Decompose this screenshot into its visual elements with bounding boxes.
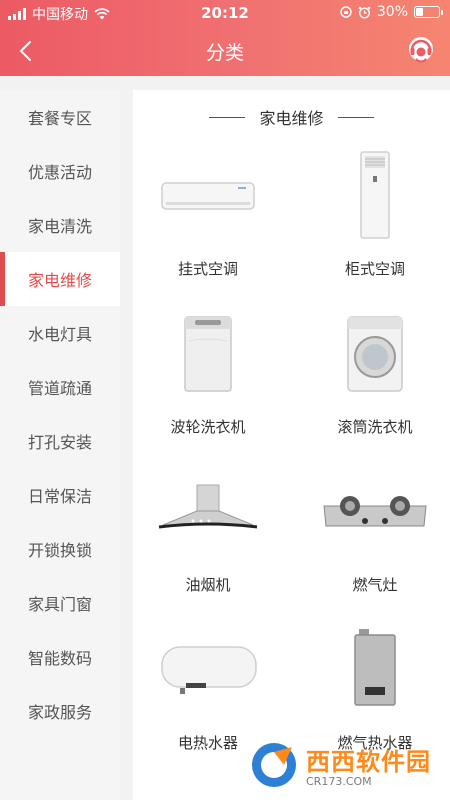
status-bar: 中国移动 20:12 30% <box>0 0 450 26</box>
product-label: 柜式空调 <box>344 260 405 278</box>
watermark-title: 西西软件园 <box>306 748 431 776</box>
section-title: 家电维修 <box>259 109 324 128</box>
watermark: 西西软件园 CR173.COM <box>248 738 444 792</box>
product-panel: 家电维修 挂式空调 柜式空调 波轮洗衣机 滚筒洗衣机 油烟机 燃气灶 电热水器 … <box>133 90 450 800</box>
customer-service-button[interactable] <box>406 35 436 65</box>
page-title: 分类 <box>205 42 244 64</box>
sidebar-item-promotions[interactable]: 优惠活动 <box>0 144 120 198</box>
front-load-washer-icon <box>320 298 430 408</box>
gas-stove-icon <box>320 456 430 566</box>
alarm-icon <box>358 6 371 19</box>
range-hood-icon <box>153 456 263 566</box>
battery-icon <box>414 6 443 18</box>
product-label: 油烟机 <box>185 576 231 594</box>
wall-air-conditioner-icon <box>153 140 263 250</box>
product-top-load-washer[interactable]: 波轮洗衣机 <box>133 298 283 448</box>
divider-right <box>337 116 374 118</box>
status-right: 30% <box>340 4 443 20</box>
product-label: 滚筒洗衣机 <box>337 418 413 436</box>
sidebar-item-drilling-install[interactable]: 打孔安装 <box>0 414 120 468</box>
sidebar-item-appliance-repair[interactable]: 家电维修 <box>0 252 120 306</box>
product-gas-stove[interactable]: 燃气灶 <box>300 456 450 606</box>
sidebar-item-housekeeping[interactable]: 家政服务 <box>0 684 120 738</box>
electric-water-heater-icon <box>153 614 263 724</box>
sidebar-item-daily-cleaning[interactable]: 日常保洁 <box>0 468 120 522</box>
nav-bar: 分类 <box>0 26 450 76</box>
product-range-hood[interactable]: 油烟机 <box>133 456 283 606</box>
rotation-lock-icon <box>340 6 352 18</box>
sidebar-item-appliance-cleaning[interactable]: 家电清洗 <box>0 198 120 252</box>
product-label: 燃气灶 <box>352 576 398 594</box>
gas-water-heater-icon <box>320 614 430 724</box>
watermark-logo-icon <box>252 743 296 787</box>
floor-air-conditioner-icon <box>320 140 430 250</box>
product-label: 波轮洗衣机 <box>170 418 246 436</box>
sidebar-item-plumbing-electrical[interactable]: 水电灯具 <box>0 306 120 360</box>
product-wall-ac[interactable]: 挂式空调 <box>133 140 283 290</box>
product-front-load-washer[interactable]: 滚筒洗衣机 <box>300 298 450 448</box>
category-sidebar: 套餐专区 优惠活动 家电清洗 家电维修 水电灯具 管道疏通 打孔安装 日常保洁 … <box>0 90 120 800</box>
top-load-washer-icon <box>153 298 263 408</box>
sidebar-item-pipe-dredging[interactable]: 管道疏通 <box>0 360 120 414</box>
product-floor-ac[interactable]: 柜式空调 <box>300 140 450 290</box>
battery-percent: 30% <box>376 4 408 20</box>
watermark-text: 西西软件园 CR173.COM <box>306 742 431 788</box>
sidebar-item-packages[interactable]: 套餐专区 <box>0 90 120 144</box>
customer-service-icon <box>409 37 433 63</box>
app-header: 中国移动 20:12 30% 分类 <box>0 0 450 76</box>
product-label: 挂式空调 <box>177 260 238 278</box>
watermark-subtitle: CR173.COM <box>306 775 372 788</box>
section-header: 家电维修 <box>133 106 450 128</box>
sidebar-item-locksmith[interactable]: 开锁换锁 <box>0 522 120 576</box>
sidebar-item-furniture-doors[interactable]: 家具门窗 <box>0 576 120 630</box>
sidebar-item-smart-digital[interactable]: 智能数码 <box>0 630 120 684</box>
divider-left <box>209 116 246 118</box>
